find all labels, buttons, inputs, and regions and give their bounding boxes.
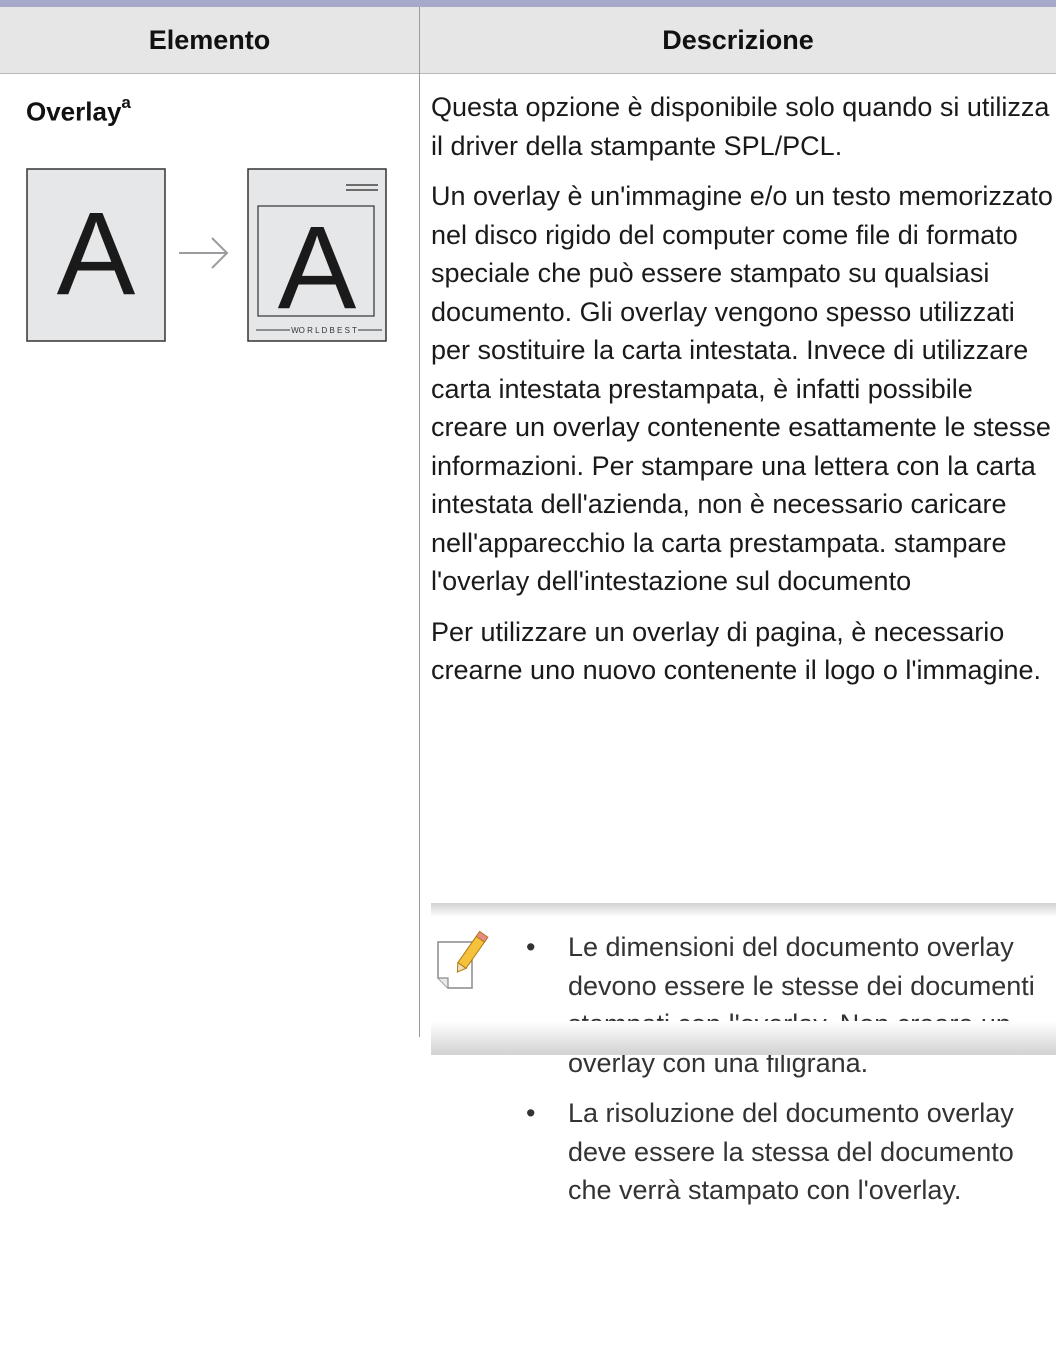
description-paragraph: Questa opzione è disponibile solo quando… bbox=[431, 92, 1050, 161]
item-name: Overlaya bbox=[26, 93, 131, 128]
bullet-dot: • bbox=[526, 1098, 536, 1128]
before-letter: A bbox=[57, 188, 136, 320]
note-pencil-icon bbox=[437, 930, 489, 989]
header-descrizione: Descrizione bbox=[662, 24, 814, 55]
bullet-dot: • bbox=[526, 932, 536, 962]
arrow-right-icon bbox=[179, 237, 229, 269]
item-name-text: Overlay bbox=[26, 96, 122, 127]
note-top-shade bbox=[431, 903, 1056, 917]
note-bottom-shade bbox=[431, 1021, 1056, 1055]
bullet-text: La risoluzione del documento overlay dev… bbox=[568, 1098, 1014, 1205]
top-rule bbox=[0, 0, 1056, 7]
overlay-illustration: A A WO R L D B E S T bbox=[26, 168, 387, 342]
note-bullets: • Le dimensioni del documento overlay de… bbox=[520, 928, 1056, 1222]
list-item: • Le dimensioni del documento overlay de… bbox=[520, 928, 1056, 1082]
description-paragraph: Un overlay è un'immagine e/o un testo me… bbox=[431, 181, 1053, 596]
description-paragraph: Per utilizzare un overlay di pagina, è n… bbox=[431, 616, 1042, 686]
overlay-footer-text: WO R L D B E S T bbox=[291, 326, 357, 335]
description: Questa opzione è disponibile solo quando… bbox=[431, 88, 1056, 702]
item-footnote-marker: a bbox=[121, 93, 131, 112]
bullet-text: Le dimensioni del documento overlay devo… bbox=[568, 932, 1035, 1078]
list-item: • La risoluzione del documento overlay d… bbox=[520, 1094, 1056, 1210]
after-letter: A bbox=[278, 202, 357, 334]
column-divider bbox=[419, 7, 420, 1037]
table-header: Elemento Descrizione bbox=[0, 7, 1056, 74]
header-elemento: Elemento bbox=[148, 24, 271, 55]
